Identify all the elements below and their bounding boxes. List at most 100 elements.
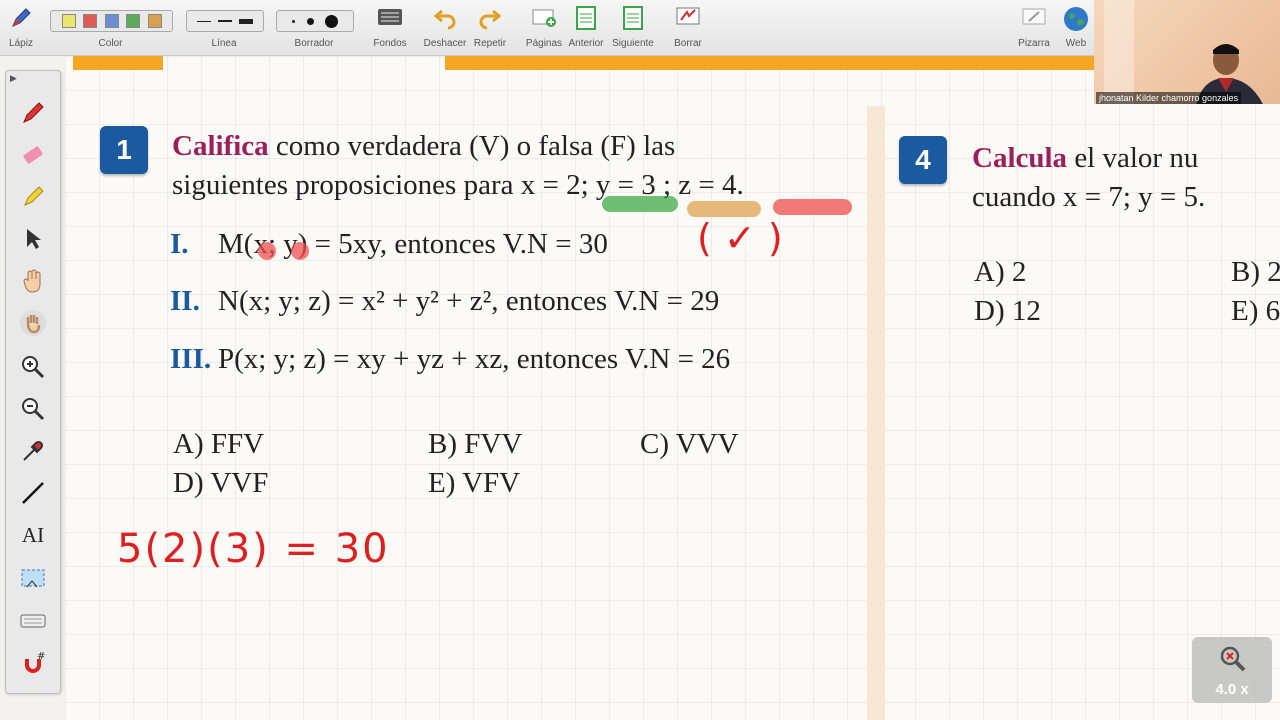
page-header-band bbox=[73, 56, 163, 70]
q4-option-a: A) 2 bbox=[974, 256, 1027, 288]
clear-board-icon bbox=[676, 7, 700, 25]
proposition-2: II. N(x; y; z) = x² + y² + z², entonces V… bbox=[170, 285, 719, 318]
page-canvas[interactable]: 1 Califica como verdadera (V) o falsa (F… bbox=[65, 56, 1280, 720]
eraser-icon[interactable] bbox=[19, 141, 47, 169]
left-toolbar: ▶ AI # bbox=[5, 70, 61, 694]
page-header-band bbox=[885, 56, 1095, 70]
q4-option-e: E) 6 bbox=[1231, 295, 1280, 327]
top-toolbar: Lápiz Color Línea Borrador Fondos Deshac… bbox=[0, 0, 1280, 56]
line-medium[interactable] bbox=[218, 20, 232, 22]
redo-label: Repetir bbox=[473, 38, 507, 49]
hand-icon[interactable] bbox=[19, 267, 47, 295]
handwritten-calculation: 5(2)(3) = 30 bbox=[117, 526, 390, 572]
whiteboard-button[interactable]: Pizarra bbox=[1014, 0, 1054, 55]
option-c: C) VVV bbox=[640, 428, 739, 460]
add-page-icon bbox=[532, 9, 556, 27]
line-thick[interactable] bbox=[239, 18, 253, 24]
pages-label: Páginas bbox=[525, 38, 563, 49]
next-page-icon bbox=[623, 6, 643, 30]
line-width-tool[interactable]: Línea bbox=[186, 0, 264, 55]
backgrounds-label: Fondos bbox=[373, 38, 407, 49]
pen-icon[interactable] bbox=[19, 99, 47, 127]
collapse-arrow-icon[interactable]: ▶ bbox=[10, 73, 17, 84]
line-label: Línea bbox=[211, 38, 237, 49]
undo-icon bbox=[433, 9, 456, 30]
highlight-orange bbox=[687, 201, 761, 217]
proposition-text: M(x; y) = 5xy, entonces V.N = 30 bbox=[218, 228, 608, 260]
eraser-large[interactable] bbox=[325, 14, 339, 28]
proposition-1: I. M(x; y) = 5xy, entonces V.N = 30 bbox=[170, 228, 608, 261]
proposition-3: III. P(x; y; z) = xy + yz + xz, entonces … bbox=[170, 343, 730, 376]
webcam-overlay: jhonatan Kilder chamorro gonzales bbox=[1094, 0, 1280, 104]
backgrounds-button[interactable]: Fondos bbox=[368, 0, 412, 55]
proposition-text: P(x; y; z) = xy + yz + xz, entonces V.N … bbox=[218, 343, 731, 375]
q4-line1-text: el valor nu bbox=[1067, 142, 1199, 174]
roman-numeral: II. bbox=[170, 285, 200, 317]
keyboard-grid-icon bbox=[378, 9, 402, 25]
swatch-blue[interactable] bbox=[104, 14, 119, 28]
previous-label: Anterior bbox=[568, 38, 604, 49]
undo-label: Deshacer bbox=[423, 38, 467, 49]
keyboard-icon[interactable] bbox=[19, 607, 47, 635]
line-thin[interactable] bbox=[197, 20, 211, 22]
zoom-in-icon[interactable] bbox=[19, 353, 47, 381]
eraser-label: Borrador bbox=[294, 38, 334, 49]
redo-button[interactable]: Repetir bbox=[468, 0, 512, 55]
next-page-button[interactable]: Siguiente bbox=[610, 0, 656, 55]
eraser-small[interactable] bbox=[291, 19, 295, 23]
web-button[interactable]: Web bbox=[1058, 0, 1094, 55]
whiteboard-icon bbox=[1022, 8, 1046, 25]
undo-button[interactable]: Deshacer bbox=[421, 0, 469, 55]
option-b: B) FVV bbox=[428, 428, 523, 460]
option-e: E) VFV bbox=[428, 467, 521, 499]
line-icon[interactable] bbox=[19, 479, 47, 507]
swatch-green[interactable] bbox=[126, 14, 140, 28]
pages-button[interactable]: Páginas bbox=[522, 0, 566, 55]
pencil-label: Lápiz bbox=[9, 38, 33, 49]
clear-button[interactable]: Borrar bbox=[666, 0, 710, 55]
line-widths[interactable] bbox=[186, 10, 264, 32]
magnet-icon[interactable]: # bbox=[19, 649, 47, 677]
globe-icon bbox=[1064, 7, 1088, 31]
q1-statement-line1: Califica como verdadera (V) o falsa (F) … bbox=[172, 130, 675, 163]
roman-numeral: I. bbox=[170, 228, 189, 260]
swatch-yellow[interactable] bbox=[61, 14, 76, 28]
q4-option-b: B) 2 bbox=[1231, 256, 1280, 288]
zoom-indicator[interactable]: 4.0 x bbox=[1192, 637, 1272, 703]
swatch-red[interactable] bbox=[83, 14, 97, 28]
swatch-orange[interactable] bbox=[147, 14, 162, 28]
svg-text:#: # bbox=[37, 651, 45, 662]
text-icon[interactable]: AI bbox=[19, 523, 47, 551]
q4-verb: Calcula bbox=[972, 142, 1068, 174]
redo-icon bbox=[479, 9, 502, 30]
previous-page-button[interactable]: Anterior bbox=[566, 0, 606, 55]
q4-statement-line2: cuando x = 7; y = 5. bbox=[972, 181, 1206, 213]
red-mark bbox=[291, 242, 309, 260]
eraser-medium[interactable] bbox=[306, 17, 314, 25]
zoom-out-icon[interactable] bbox=[19, 395, 47, 423]
zoom-level: 4.0 x bbox=[1215, 681, 1249, 698]
eraser-tool[interactable]: Borrador bbox=[276, 0, 354, 55]
pipette-icon[interactable] bbox=[19, 437, 47, 465]
question-number-badge: 4 bbox=[899, 136, 947, 184]
next-label: Siguiente bbox=[612, 38, 654, 49]
eraser-sizes[interactable] bbox=[276, 10, 354, 32]
palm-icon[interactable] bbox=[19, 309, 47, 337]
clear-label: Borrar bbox=[674, 38, 702, 49]
pencil-tool[interactable]: Lápiz bbox=[2, 0, 40, 55]
highlighter-icon[interactable] bbox=[19, 183, 47, 211]
question-number-badge: 1 bbox=[100, 126, 148, 174]
pointer-icon[interactable] bbox=[19, 225, 47, 253]
option-a: A) FFV bbox=[173, 428, 265, 460]
color-tool[interactable]: Color bbox=[48, 0, 173, 55]
q1-line1-text: como verdadera (V) o falsa (F) las bbox=[268, 130, 676, 162]
pencil-icon bbox=[12, 8, 31, 27]
color-swatches[interactable] bbox=[50, 10, 173, 32]
web-label: Web bbox=[1065, 38, 1087, 49]
proposition-text: N(x; y; z) = x² + y² + z², entonces V.N … bbox=[218, 285, 720, 317]
whiteboard-label: Pizarra bbox=[1018, 38, 1050, 49]
screenshot-icon[interactable] bbox=[19, 565, 47, 593]
roman-numeral: III. bbox=[170, 343, 212, 375]
previous-page-icon bbox=[576, 6, 596, 30]
magnifier-icon bbox=[1220, 646, 1246, 672]
